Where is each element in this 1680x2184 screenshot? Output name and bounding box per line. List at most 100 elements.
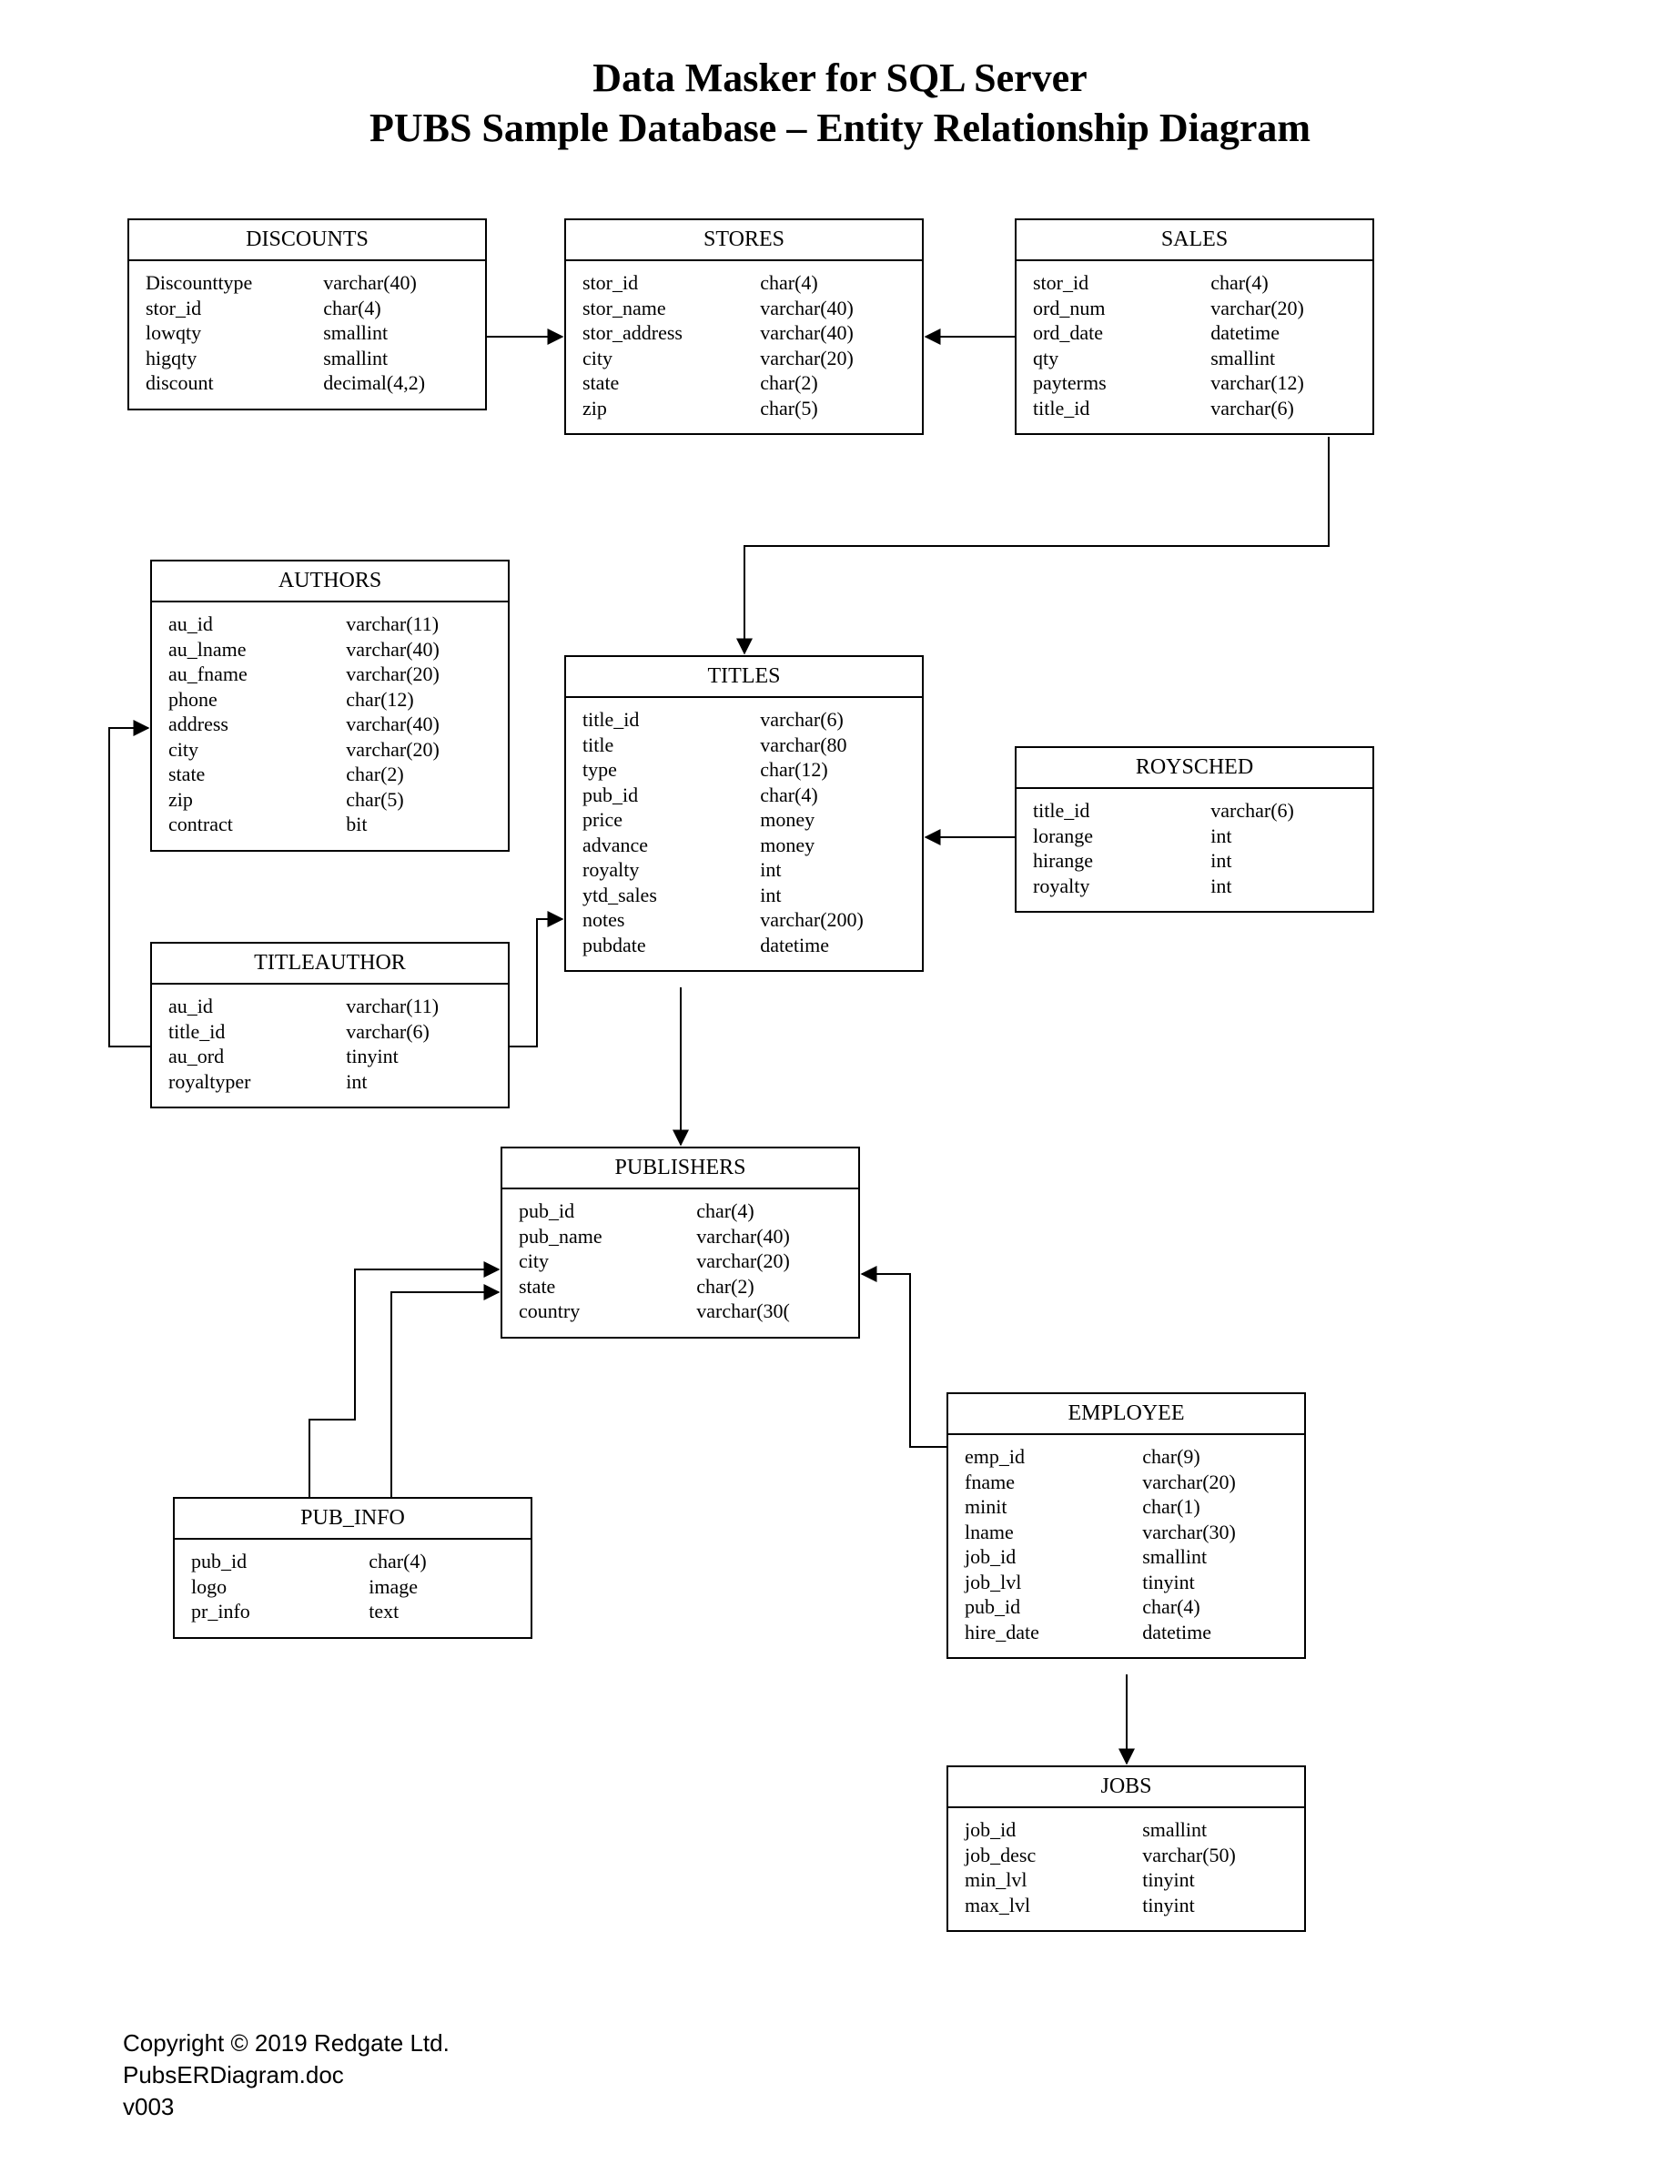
column-name: advance [582,833,760,858]
column-name: au_lname [168,637,346,662]
column-type: datetime [760,933,906,958]
column-row: max_lvltinyint [965,1893,1288,1918]
column-name: max_lvl [965,1893,1142,1918]
column-row: ord_datedatetime [1033,320,1356,346]
entity-employee: EMPLOYEEemp_idchar(9)fnamevarchar(20)min… [946,1392,1306,1659]
column-type: varchar(50) [1142,1843,1288,1868]
column-name: zip [582,396,760,421]
entity-roysched: ROYSCHEDtitle_idvarchar(6)lorangeinthira… [1015,746,1374,913]
column-row: stor_namevarchar(40) [582,296,906,321]
column-type: char(4) [696,1198,842,1224]
column-row: minitchar(1) [965,1494,1288,1520]
column-row: royaltyint [1033,874,1356,899]
column-type: char(4) [369,1549,514,1574]
column-name: payterms [1033,370,1210,396]
page-title-line2: PUBS Sample Database – Entity Relationsh… [0,105,1680,151]
column-name: ord_num [1033,296,1210,321]
column-row: qtysmallint [1033,346,1356,371]
column-row: notesvarchar(200) [582,907,906,933]
column-row: royaltyperint [168,1069,491,1095]
column-row: lnamevarchar(30) [965,1520,1288,1545]
column-type: smallint [1210,346,1356,371]
column-name: pr_info [191,1599,369,1624]
column-row: contractbit [168,812,491,837]
column-row: advancemoney [582,833,906,858]
column-type: int [760,883,906,908]
column-name: stor_address [582,320,760,346]
entity-titleauthor: TITLEAUTHORau_idvarchar(11)title_idvarch… [150,942,510,1108]
column-row: typechar(12) [582,757,906,783]
column-type: varchar(11) [346,994,491,1019]
column-type: varchar(20) [1210,296,1356,321]
column-type: char(2) [760,370,906,396]
entity-titles: TITLEStitle_idvarchar(6)titlevarchar(80t… [564,655,924,972]
page-title-line1: Data Masker for SQL Server [0,55,1680,101]
column-row: addressvarchar(40) [168,712,491,737]
column-type: tinyint [1142,1570,1288,1595]
column-row: stor_idchar(4) [582,270,906,296]
entity-header: EMPLOYEE [948,1394,1304,1435]
entity-header: SALES [1017,220,1372,261]
column-type: image [369,1574,514,1600]
column-type: decimal(4,2) [323,370,469,396]
column-name: royalty [582,857,760,883]
column-name: job_lvl [965,1570,1142,1595]
column-type: char(2) [346,762,491,787]
column-row: discountdecimal(4,2) [146,370,469,396]
column-name: min_lvl [965,1867,1142,1893]
column-name: au_id [168,612,346,637]
column-type: varchar(40) [323,270,469,296]
column-name: au_fname [168,662,346,687]
column-name: emp_id [965,1444,1142,1470]
entity-header: DISCOUNTS [129,220,485,261]
column-name: title_id [582,707,760,733]
entity-header: PUBLISHERS [502,1148,858,1189]
column-type: smallint [323,320,469,346]
entity-body: title_idvarchar(6)lorangeinthirangeintro… [1017,789,1372,911]
column-row: job_idsmallint [965,1544,1288,1570]
column-row: statechar(2) [582,370,906,396]
column-name: qty [1033,346,1210,371]
entity-stores: STORESstor_idchar(4)stor_namevarchar(40)… [564,218,924,435]
er-diagram-page: Data Masker for SQL Server PUBS Sample D… [0,0,1680,2184]
column-name: stor_name [582,296,760,321]
column-type: char(2) [696,1274,842,1299]
column-row: royaltyint [582,857,906,883]
column-type: money [760,807,906,833]
column-type: varchar(11) [346,612,491,637]
column-name: logo [191,1574,369,1600]
column-type: varchar(20) [760,346,906,371]
column-type: varchar(30( [696,1299,842,1324]
column-name: state [582,370,760,396]
entity-body: stor_idchar(4)stor_namevarchar(40)stor_a… [566,261,922,433]
column-row: ord_numvarchar(20) [1033,296,1356,321]
entity-authors: AUTHORSau_idvarchar(11)au_lnamevarchar(4… [150,560,510,852]
column-type: char(1) [1142,1494,1288,1520]
column-row: statechar(2) [168,762,491,787]
column-name: pubdate [582,933,760,958]
column-row: au_fnamevarchar(20) [168,662,491,687]
entity-sales: SALESstor_idchar(4)ord_numvarchar(20)ord… [1015,218,1374,435]
column-type: varchar(20) [696,1249,842,1274]
column-row: pub_namevarchar(40) [519,1224,842,1249]
column-name: lorange [1033,824,1210,849]
column-type: varchar(40) [346,712,491,737]
column-name: pub_id [582,783,760,808]
entity-body: emp_idchar(9)fnamevarchar(20)minitchar(1… [948,1435,1304,1657]
column-name: Discounttype [146,270,323,296]
entity-body: pub_idchar(4)pub_namevarchar(40)cityvarc… [502,1189,858,1337]
entity-body: Discounttypevarchar(40)stor_idchar(4)low… [129,261,485,409]
column-name: address [168,712,346,737]
column-row: title_idvarchar(6) [1033,396,1356,421]
entity-body: au_idvarchar(11)title_idvarchar(6)au_ord… [152,985,508,1107]
column-name: title [582,733,760,758]
column-name: type [582,757,760,783]
column-type: varchar(20) [346,737,491,763]
column-row: emp_idchar(9) [965,1444,1288,1470]
entity-header: ROYSCHED [1017,748,1372,789]
column-row: min_lvltinyint [965,1867,1288,1893]
column-row: paytermsvarchar(12) [1033,370,1356,396]
column-row: titlevarchar(80 [582,733,906,758]
column-row: title_idvarchar(6) [582,707,906,733]
column-name: lname [965,1520,1142,1545]
